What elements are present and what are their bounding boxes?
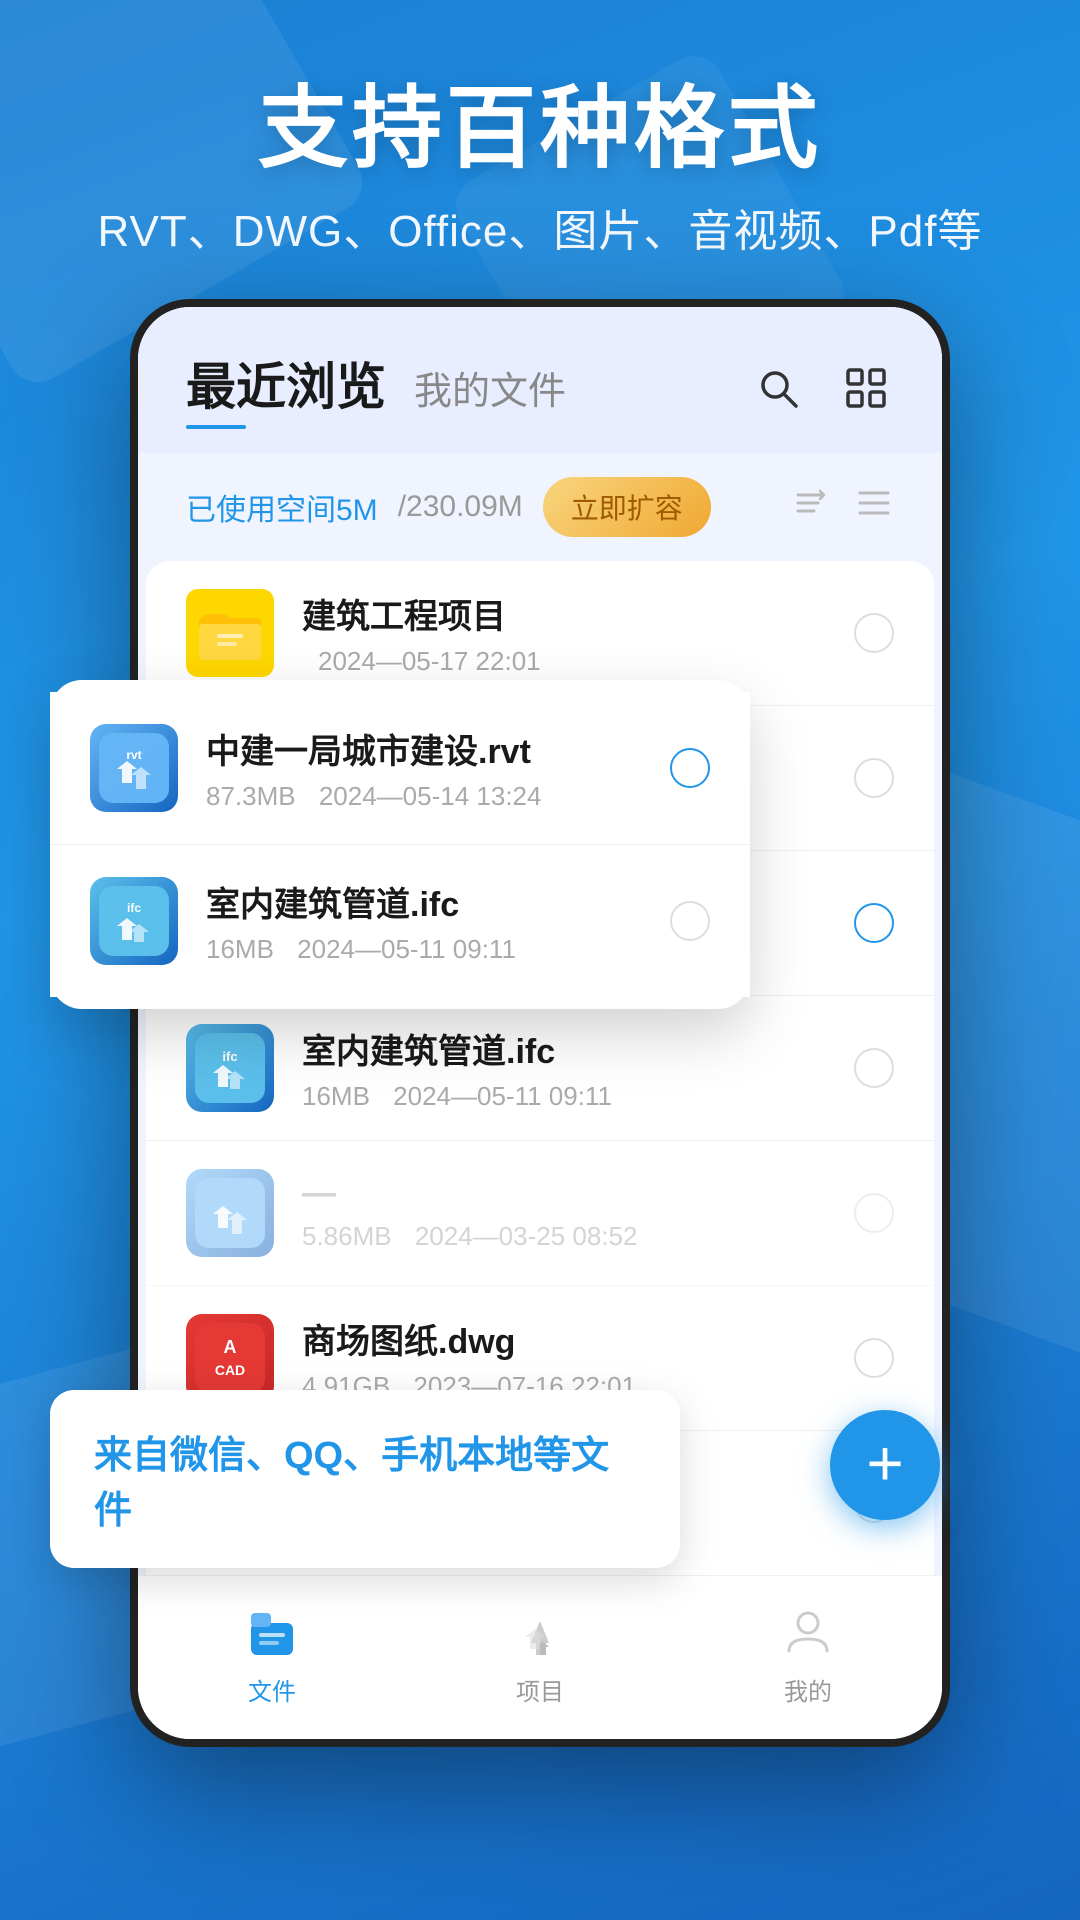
nav-files[interactable]: 文件	[240, 1600, 304, 1707]
file-meta: 2024—05-17 22:01	[302, 646, 826, 677]
file-meta: 87.3MB 2024—05-14 13:24	[206, 781, 642, 812]
file-radio[interactable]	[854, 613, 894, 653]
file-info-rvt2: — 5.86MB 2024—03-25 08:52	[302, 1174, 826, 1252]
file-item-rvt2[interactable]: — 5.86MB 2024—03-25 08:52	[146, 1141, 934, 1286]
float-file-info-rvt: 中建一局城市建设.rvt 87.3MB 2024—05-14 13:24	[206, 724, 642, 812]
fab-icon: +	[866, 1431, 903, 1495]
file-name: 商场图纸.dwg	[302, 1314, 826, 1363]
storage-bar: 已使用空间5M /230.09M 立即扩容	[138, 453, 942, 561]
file-info-ifc: 室内建筑管道.ifc 16MB 2024—05-11 09:11	[302, 1024, 826, 1112]
sub-title: RVT、DWG、Office、图片、音视频、Pdf等	[0, 195, 1080, 259]
file-name: —	[302, 1174, 826, 1213]
float-file-rvt[interactable]: rvt 中建一局城市建设.rvt 87.3MB 2024—05-14 13:24	[50, 692, 750, 845]
svg-text:ifc: ifc	[222, 1049, 237, 1064]
mine-nav-icon	[776, 1600, 840, 1664]
projects-nav-label: 项目	[516, 1672, 564, 1707]
file-info-folder: 建筑工程项目 2024—05-17 22:01	[302, 589, 826, 677]
file-radio[interactable]	[854, 903, 894, 943]
expand-button[interactable]: 立即扩容	[543, 477, 711, 537]
file-name: 室内建筑管道.ifc	[302, 1024, 826, 1073]
float-file-ifc[interactable]: ifc 室内建筑管道.ifc 16MB 2024—05-11 09:11	[50, 845, 750, 997]
svg-text:CAD: CAD	[215, 1362, 245, 1378]
banner-text: 来自微信、QQ、手机本地等文件	[94, 1435, 609, 1532]
file-meta: 5.86MB 2024—03-25 08:52	[302, 1221, 826, 1252]
file-radio[interactable]	[854, 1193, 894, 1233]
list-icon[interactable]	[854, 483, 894, 532]
file-radio[interactable]	[670, 901, 710, 941]
sort-icon[interactable]	[790, 483, 830, 532]
search-button[interactable]	[750, 360, 806, 416]
file-info-dwg2: 商场图纸.dwg 4.91GB 2023—07-16 22:01	[302, 1314, 826, 1402]
file-radio[interactable]	[854, 758, 894, 798]
nav-mine[interactable]: 我的	[776, 1600, 840, 1707]
mine-nav-label: 我的	[784, 1672, 832, 1707]
file-meta: 16MB 2024—05-11 09:11	[302, 1081, 826, 1112]
folder-icon	[186, 589, 274, 677]
rvt-icon2	[186, 1169, 274, 1257]
file-meta: 16MB 2024—05-11 09:11	[206, 934, 642, 965]
nav-tab-myfiles[interactable]: 我的文件	[414, 360, 566, 415]
files-nav-icon	[240, 1600, 304, 1664]
float-ifc-icon: ifc	[90, 877, 178, 965]
svg-text:A: A	[224, 1337, 237, 1357]
bottom-nav: 文件 项目 我的	[138, 1575, 942, 1739]
nav-icons	[750, 360, 894, 416]
float-rvt-icon: rvt	[90, 724, 178, 812]
cad-icon2: A CAD	[186, 1314, 274, 1402]
main-title: 支持百种格式	[0, 80, 1080, 179]
app-nav: 最近浏览 我的文件	[138, 307, 942, 453]
fullscreen-button[interactable]	[838, 360, 894, 416]
svg-text:ifc: ifc	[127, 901, 141, 915]
projects-nav-icon	[508, 1600, 572, 1664]
file-radio[interactable]	[670, 748, 710, 788]
bottom-banner: 来自微信、QQ、手机本地等文件	[50, 1390, 680, 1568]
file-radio[interactable]	[854, 1048, 894, 1088]
nav-projects[interactable]: 项目	[508, 1600, 572, 1707]
header-section: 支持百种格式 RVT、DWG、Office、图片、音视频、Pdf等	[0, 0, 1080, 299]
file-radio[interactable]	[854, 1338, 894, 1378]
floating-card: rvt 中建一局城市建设.rvt 87.3MB 2024—05-14 13:24	[50, 680, 750, 1009]
storage-used: 已使用空间5M	[186, 485, 378, 529]
nav-tab-recent[interactable]: 最近浏览	[186, 347, 386, 429]
fab-button[interactable]: +	[830, 1410, 940, 1520]
file-item-ifc[interactable]: ifc 室内建筑管道.ifc 16MB 2024—05-11 09:11	[146, 996, 934, 1141]
file-name: 建筑工程项目	[302, 589, 826, 638]
ifc-icon: ifc	[186, 1024, 274, 1112]
files-nav-label: 文件	[248, 1672, 296, 1707]
file-name: 室内建筑管道.ifc	[206, 877, 642, 926]
svg-text:rvt: rvt	[126, 748, 141, 762]
file-name: 中建一局城市建设.rvt	[206, 724, 642, 773]
float-file-info-ifc: 室内建筑管道.ifc 16MB 2024—05-11 09:11	[206, 877, 642, 965]
nav-left: 最近浏览 我的文件	[186, 347, 566, 429]
storage-total: /230.09M	[398, 490, 523, 524]
storage-actions	[790, 483, 894, 532]
nav-underline	[186, 425, 246, 429]
